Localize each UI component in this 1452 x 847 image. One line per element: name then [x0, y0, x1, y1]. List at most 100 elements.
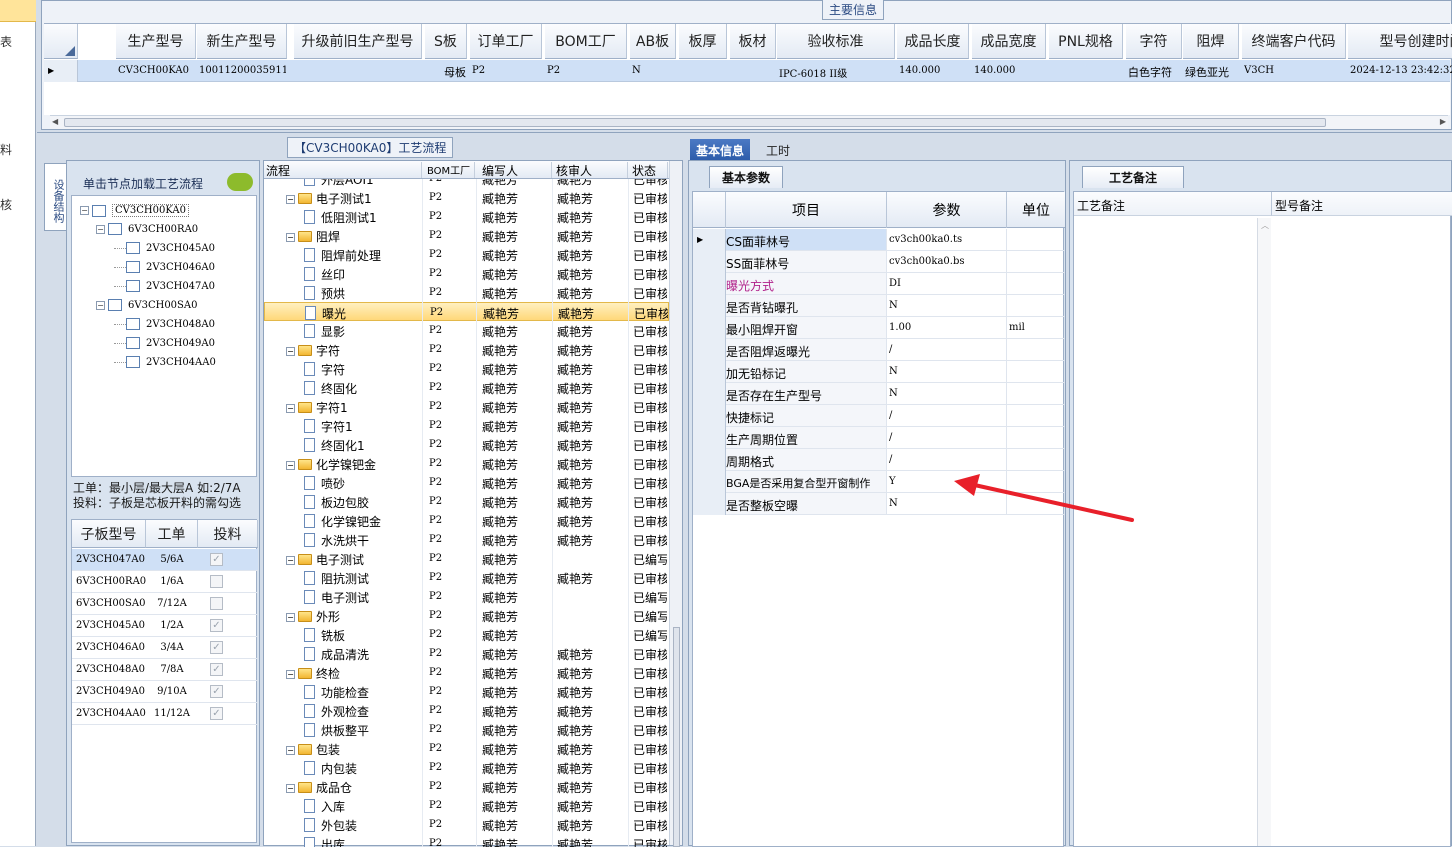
scroll-right-icon[interactable]: ▶: [1440, 117, 1446, 126]
param-value[interactable]: cv3ch00ka0.bs: [889, 256, 964, 267]
hscroll-thumb[interactable]: [64, 118, 1326, 127]
flow-row[interactable]: 字符 P2 臧艳芳 臧艳芳 已审核: [264, 359, 669, 378]
param-row[interactable]: 曝光方式 DI: [693, 273, 1065, 295]
main-col-header[interactable]: 新生产型号: [197, 24, 287, 59]
main-cell[interactable]: 2024-12-13 23:42:32: [1350, 65, 1452, 76]
collapse-icon[interactable]: −: [286, 404, 295, 413]
main-cell[interactable]: 140.000: [974, 65, 1045, 76]
main-cell[interactable]: P2: [547, 65, 626, 76]
main-col-header[interactable]: S板: [425, 24, 467, 59]
scroll-up-icon[interactable]: ︿: [1261, 220, 1269, 231]
param-row[interactable]: 是否存在生产型号 N: [693, 383, 1065, 405]
main-col-header[interactable]: BOM工厂: [545, 24, 627, 59]
flow-row[interactable]: 电子测试 P2 臧艳芳 已编写: [264, 587, 669, 606]
tree-node[interactable]: − 6V3CH00RA0: [96, 223, 198, 235]
flow-row[interactable]: 曝光 P2 臧艳芳 臧艳芳 已审核: [264, 302, 669, 321]
tree-node[interactable]: 2V3CH048A0: [114, 318, 215, 330]
tab-basic-info[interactable]: 基本信息: [690, 139, 751, 162]
flow-row[interactable]: 外包装 P2 臧艳芳 臧艳芳 已审核: [264, 815, 669, 834]
flow-row[interactable]: 入库 P2 臧艳芳 臧艳芳 已审核: [264, 796, 669, 815]
param-row[interactable]: 加无铅标记 N: [693, 361, 1065, 383]
param-value[interactable]: /: [889, 454, 892, 465]
row-selector[interactable]: [693, 493, 726, 515]
flow-row[interactable]: 喷砂 P2 臧艳芳 臧艳芳 已审核: [264, 473, 669, 492]
sub-row[interactable]: 6V3CH00RA0 1/6A: [72, 571, 258, 593]
param-row[interactable]: 是否背钻曝孔 N: [693, 295, 1065, 317]
sub-order[interactable]: 9/10A: [146, 686, 198, 697]
param-row[interactable]: 快捷标记 /: [693, 405, 1065, 427]
collapse-icon[interactable]: −: [286, 784, 295, 793]
tree-node[interactable]: 2V3CH045A0: [114, 242, 215, 254]
main-col-header[interactable]: 型号创建时间: [1348, 24, 1452, 59]
flow-row[interactable]: 阻抗测试 P2 臧艳芳 臧艳芳 已审核: [264, 568, 669, 587]
sub-col-header[interactable]: 工单: [146, 520, 198, 548]
flow-row[interactable]: − 外形 P2 臧艳芳 已编写: [264, 606, 669, 625]
sub-order[interactable]: 1/2A: [146, 620, 198, 631]
param-col-item[interactable]: 项目: [726, 192, 887, 228]
tree-node[interactable]: 2V3CH04AA0: [114, 356, 216, 368]
main-col-header[interactable]: AB板: [630, 24, 676, 59]
tree-node[interactable]: 2V3CH049A0: [114, 337, 215, 349]
main-col-header[interactable]: 阻焊: [1183, 24, 1239, 59]
param-value[interactable]: N: [889, 388, 898, 399]
sub-order[interactable]: 11/12A: [146, 708, 198, 719]
collapse-icon[interactable]: −: [80, 206, 89, 215]
feed-checkbox[interactable]: ✓: [210, 641, 223, 654]
collapse-icon[interactable]: −: [286, 461, 295, 470]
left-nav-selected[interactable]: [0, 0, 36, 22]
left-nav-item[interactable]: 核: [0, 196, 12, 213]
main-col-header[interactable]: PNL规格: [1049, 24, 1123, 59]
flow-row[interactable]: − 字符 P2 臧艳芳 臧艳芳 已审核: [264, 340, 669, 359]
main-cell[interactable]: 10011200035911: [199, 65, 286, 76]
main-col-header[interactable]: 订单工厂: [470, 24, 542, 59]
flow-col-header[interactable]: 流程: [266, 162, 422, 178]
main-col-header[interactable]: 字符: [1126, 24, 1182, 59]
flow-col-header[interactable]: BOM工厂: [427, 162, 475, 178]
collapse-icon[interactable]: −: [96, 224, 105, 234]
flow-row[interactable]: − 电子测试 P2 臧艳芳 已编写: [264, 549, 669, 568]
left-nav-item[interactable]: 表: [0, 33, 12, 50]
feed-checkbox[interactable]: ✓: [210, 685, 223, 698]
flow-row[interactable]: 预烘 P2 臧艳芳 臧艳芳 已审核: [264, 283, 669, 302]
sub-order[interactable]: 3/4A: [146, 642, 198, 653]
main-cell[interactable]: P2: [472, 65, 541, 76]
sub-col-header[interactable]: 子板型号: [72, 520, 146, 548]
row-selector[interactable]: [693, 471, 726, 493]
sub-row[interactable]: 6V3CH00SA0 7/12A: [72, 593, 258, 615]
param-value[interactable]: Y: [889, 476, 896, 487]
collapse-icon[interactable]: −: [286, 670, 295, 679]
collapse-icon[interactable]: −: [286, 556, 295, 565]
row-selector[interactable]: [693, 273, 726, 295]
param-row[interactable]: 是否阻焊返曝光 /: [693, 339, 1065, 361]
left-nav-item[interactable]: 料: [0, 141, 12, 158]
feed-checkbox[interactable]: ✓: [210, 663, 223, 676]
flow-row[interactable]: 终固化 P2 臧艳芳 臧艳芳 已审核: [264, 378, 669, 397]
main-info-row[interactable]: ▶ CV3CH00KA0 10011200035911 母板 P2 P2 N IPC-601…: [44, 60, 1452, 82]
row-selector[interactable]: [693, 251, 726, 273]
main-col-header[interactable]: 板厚: [679, 24, 727, 59]
param-row[interactable]: 最小阻焊开窗 1.00 mil: [693, 317, 1065, 339]
param-value[interactable]: N: [889, 366, 898, 377]
sub-row[interactable]: 2V3CH048A0 7/8A ✓: [72, 659, 258, 681]
main-col-header[interactable]: 成品长度: [897, 24, 969, 59]
flow-row[interactable]: 出库 P2 臧艳芳 臧艳芳 已审核: [264, 834, 669, 847]
param-value[interactable]: N: [889, 300, 898, 311]
main-info-hscrollbar[interactable]: ◀ ▶: [50, 115, 1448, 129]
flow-row[interactable]: 终固化1 P2 臧艳芳 臧艳芳 已审核: [264, 435, 669, 454]
tree-node[interactable]: 2V3CH046A0: [114, 261, 215, 273]
sub-order[interactable]: 7/12A: [146, 598, 198, 609]
main-cell[interactable]: IPC-6018 II级: [779, 65, 894, 80]
flow-row[interactable]: − 阻焊 P2 臧艳芳 臧艳芳 已审核: [264, 226, 669, 245]
main-col-header[interactable]: 板材: [730, 24, 776, 59]
feed-checkbox[interactable]: [210, 575, 223, 588]
process-remark-input[interactable]: [1076, 218, 1256, 844]
sub-row[interactable]: 2V3CH04AA0 11/12A ✓: [72, 703, 258, 725]
main-col-header[interactable]: 终端客户代码: [1242, 24, 1346, 59]
row-selector[interactable]: [693, 317, 726, 339]
param-value[interactable]: DI: [889, 278, 901, 289]
sub-row[interactable]: 2V3CH046A0 3/4A ✓: [72, 637, 258, 659]
sub-col-header[interactable]: 投料: [198, 520, 258, 548]
row-selector[interactable]: ▶: [693, 229, 726, 251]
model-remark-input[interactable]: [1274, 218, 1448, 844]
flow-vscroll-thumb[interactable]: [673, 627, 680, 847]
